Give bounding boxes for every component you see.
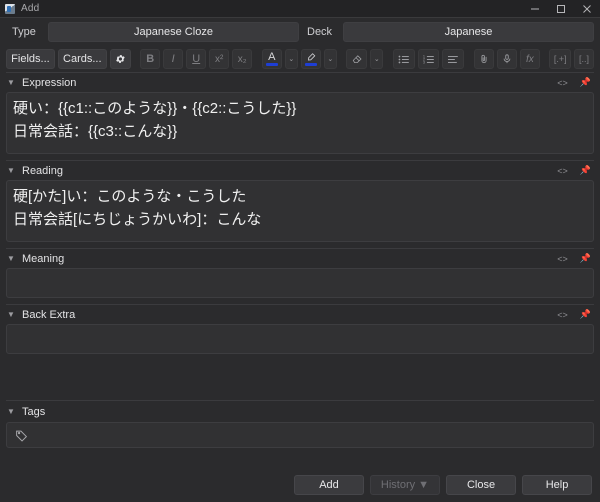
chevron-down-icon[interactable]: ▼ <box>6 166 16 175</box>
minimize-button[interactable] <box>522 0 548 18</box>
text-color-label: A <box>268 51 276 63</box>
microphone-icon[interactable] <box>496 49 517 69</box>
text-color-button[interactable]: A <box>261 49 282 69</box>
marker-icon[interactable] <box>300 49 321 69</box>
window-title: Add <box>21 3 40 14</box>
bullet-list-icon[interactable] <box>392 49 415 69</box>
text-color-swatch <box>265 63 278 66</box>
pin-icon[interactable]: 📌 <box>577 165 594 176</box>
type-label: Type <box>12 26 36 38</box>
equation-label: fx <box>525 53 534 65</box>
field-header-reading[interactable]: ▼ Reading <> 📌 <box>6 160 594 180</box>
fields-button[interactable]: Fields... <box>6 49 55 69</box>
numbered-list-icon[interactable]: 1 2 3 <box>417 49 440 69</box>
text-align-icon[interactable] <box>442 49 465 69</box>
editor-toolbar: Fields... Cards... B I U x² x₂ A ⌄ ⌄ ⌄ 1… <box>0 46 600 72</box>
remove-format-caret-icon[interactable]: ⌄ <box>370 49 384 69</box>
pin-icon[interactable]: 📌 <box>577 309 594 320</box>
chevron-down-icon[interactable]: ▼ <box>6 310 16 319</box>
help-button[interactable]: Help <box>522 475 592 495</box>
tags-label: Tags <box>22 405 46 418</box>
notetype-button[interactable]: Japanese Cloze <box>48 22 299 42</box>
field-label-back-extra: Back Extra <box>22 308 76 321</box>
notetype-deck-row: Type Japanese Cloze Deck Japanese <box>0 18 600 46</box>
maximize-button[interactable] <box>548 0 574 18</box>
pin-icon[interactable]: 📌 <box>577 253 594 264</box>
field-input-back-extra[interactable] <box>6 324 594 354</box>
field-header-expression[interactable]: ▼ Expression <> 📌 <box>6 72 594 92</box>
html-editor-icon[interactable]: <> <box>554 78 571 88</box>
tags-header[interactable]: ▼ Tags <box>6 400 594 422</box>
svg-text:3: 3 <box>423 60 425 64</box>
tags-input[interactable] <box>6 422 594 448</box>
pin-icon[interactable]: 📌 <box>577 77 594 88</box>
italic-button[interactable]: I <box>163 49 184 69</box>
field-input-meaning[interactable] <box>6 268 594 298</box>
add-button[interactable]: Add <box>294 475 364 495</box>
field-header-meaning[interactable]: ▼ Meaning <> 📌 <box>6 248 594 268</box>
equation-button[interactable]: fx <box>519 49 540 69</box>
superscript-button[interactable]: x² <box>209 49 230 69</box>
chevron-down-icon[interactable]: ▼ <box>6 407 16 416</box>
highlight-color-swatch <box>304 63 317 66</box>
deck-button[interactable]: Japanese <box>343 22 594 42</box>
eraser-icon[interactable] <box>346 49 368 69</box>
html-editor-icon[interactable]: <> <box>554 254 571 264</box>
fields-container: ▼ Expression <> 📌 硬い：{{c1::このような}}・{{c2:… <box>0 72 600 354</box>
dialog-footer: Add History ▼ Close Help <box>0 468 600 502</box>
field-header-back-extra[interactable]: ▼ Back Extra <> 📌 <box>6 304 594 324</box>
chevron-down-icon[interactable]: ▼ <box>6 78 16 87</box>
close-button-footer[interactable]: Close <box>446 475 516 495</box>
underline-button[interactable]: U <box>186 49 207 69</box>
subscript-button[interactable]: x₂ <box>232 49 253 69</box>
gear-icon[interactable] <box>109 49 131 69</box>
field-input-expression[interactable]: 硬い：{{c1::このような}}・{{c2::こうした}} 日常会話：{{c3:… <box>6 92 594 154</box>
tag-icon <box>16 430 28 442</box>
field-input-reading[interactable]: 硬[かた]い：このような・こうした 日常会話[にちじょうかいわ]：こんな <box>6 180 594 242</box>
anki-icon <box>5 3 15 14</box>
window-controls <box>522 0 600 18</box>
bold-button[interactable]: B <box>140 49 161 69</box>
field-label-reading: Reading <box>22 164 63 177</box>
text-color-caret-icon[interactable]: ⌄ <box>284 49 298 69</box>
html-editor-icon[interactable]: <> <box>554 310 571 320</box>
cards-button[interactable]: Cards... <box>57 49 107 69</box>
cloze-same-label: [..] <box>579 54 590 64</box>
html-editor-icon[interactable]: <> <box>554 166 571 176</box>
deck-label: Deck <box>307 26 333 38</box>
highlight-caret-icon[interactable]: ⌄ <box>323 49 337 69</box>
paperclip-icon[interactable] <box>473 49 494 69</box>
chevron-down-icon[interactable]: ▼ <box>6 254 16 263</box>
cloze-new-button[interactable]: [.+] <box>549 49 572 69</box>
cloze-new-label: [.+] <box>553 54 567 64</box>
cloze-same-button[interactable]: [..] <box>574 49 595 69</box>
close-button[interactable] <box>574 0 600 18</box>
tags-section: ▼ Tags <box>0 400 600 448</box>
window-titlebar: Add <box>0 0 600 18</box>
field-label-expression: Expression <box>22 76 77 89</box>
field-label-meaning: Meaning <box>22 252 65 265</box>
history-button[interactable]: History ▼ <box>370 475 440 495</box>
